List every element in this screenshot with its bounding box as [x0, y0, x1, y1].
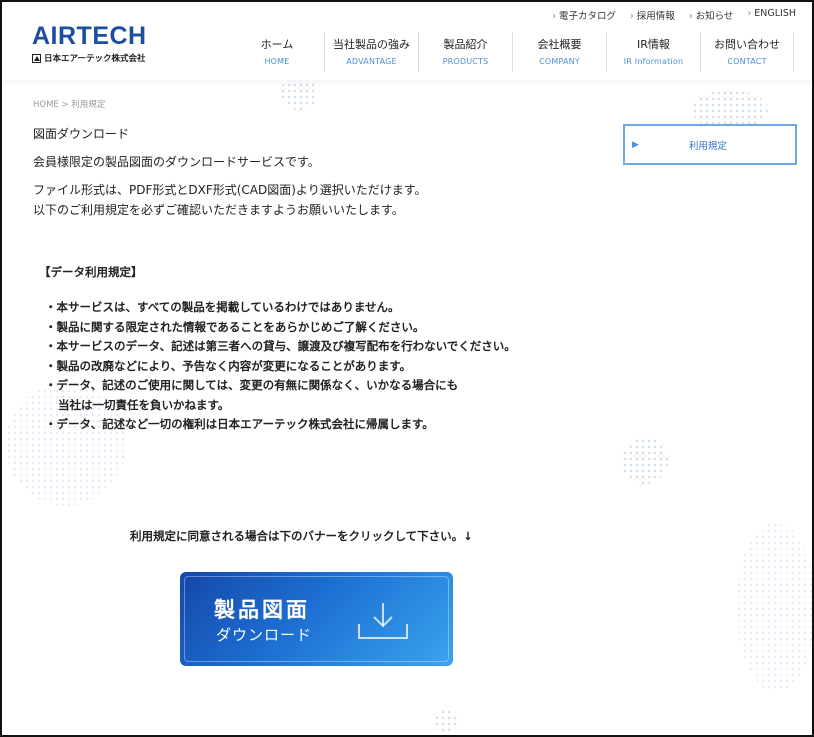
logo-company: 日本エアーテック株式会社: [32, 52, 147, 64]
rule-item: ・データ、記述など一切の権利は日本エアーテック株式会社に帰属します。: [45, 417, 434, 431]
nav-label-en: HOME: [264, 57, 290, 66]
rule-item: ・製品の改廃などにより、予告なく内容が変更になることがあります。: [45, 358, 412, 373]
nav-item-company[interactable]: 会社概要 COMPANY: [512, 32, 606, 72]
rules-heading: 【データ利用規定】: [39, 265, 143, 279]
arrow-right-icon: ▶: [632, 139, 639, 150]
utility-nav: 電子カタログ 採用情報 お知らせ ENGLISH: [552, 8, 796, 22]
rule-item: ・本サービスのデータ、記述は第三者への貸与、譲渡及び複写配布を行わないでください…: [45, 339, 516, 353]
global-nav: ホーム HOME 当社製品の強み ADVANTAGE 製品紹介 PRODUCTS…: [230, 32, 794, 72]
decor-dots: [736, 522, 812, 692]
agree-instruction: 利用規定に同意される場合は下のバナーをクリックして下さい。↓: [130, 529, 473, 543]
nav-label-ja: 製品紹介: [443, 38, 488, 51]
nav-label-ja: IR情報: [637, 38, 670, 51]
decor-dots: [622, 438, 668, 484]
rule-item-continued: 当社は一切責任を負いかねます。: [58, 397, 230, 412]
format-text-line2: 以下のご利用規定を必ずご確認いただきますようお願いいたします。: [33, 203, 404, 217]
logo-company-name: 日本エアーテック株式会社: [44, 54, 146, 64]
decor-dots: [434, 709, 458, 733]
rule-item: ・製品に関する限定された情報であることをあらかじめご了解ください。: [45, 319, 425, 334]
banner-title: 製品図面: [214, 598, 310, 622]
utility-link-recruit[interactable]: 採用情報: [630, 8, 675, 22]
nav-label-ja: お問い合わせ: [714, 38, 780, 51]
nav-label-en: ADVANTAGE: [346, 57, 397, 66]
nav-item-advantage[interactable]: 当社製品の強み ADVANTAGE: [324, 32, 418, 72]
site-header: AIRTECH 日本エアーテック株式会社 電子カタログ 採用情報 お知らせ EN…: [2, 2, 812, 80]
page-title: 図面ダウンロード: [33, 127, 130, 141]
intro-text: 会員様限定の製品図面のダウンロードサービスです。: [33, 155, 320, 169]
breadcrumb[interactable]: HOME > 利用規定: [33, 98, 105, 110]
nav-item-home[interactable]: ホーム HOME: [230, 32, 324, 72]
nav-label-en: IR Information: [623, 57, 684, 66]
utility-link-catalog[interactable]: 電子カタログ: [552, 8, 616, 22]
nav-item-products[interactable]: 製品紹介 PRODUCTS: [418, 32, 512, 72]
nav-label-en: COMPANY: [539, 57, 580, 66]
rules-list: ・本サービスは、すべての製品を掲載しているわけではありません。 ・製品に関する限…: [45, 298, 516, 435]
main-content: 図面ダウンロード 会員様限定の製品図面のダウンロードサービスです。 ファイル形式…: [33, 124, 593, 220]
logo-wordmark: AIRTECH: [32, 22, 147, 50]
decor-dots: [280, 76, 318, 110]
logo-mark-icon: [32, 53, 41, 63]
side-nav-label: 利用規定: [688, 140, 727, 152]
drawing-download-banner[interactable]: 製品図面 ダウンロード: [180, 572, 453, 666]
nav-label-ja: 当社製品の強み: [333, 38, 410, 51]
logo[interactable]: AIRTECH 日本エアーテック株式会社: [32, 24, 147, 64]
nav-label-ja: 会社概要: [537, 38, 582, 51]
format-text-line1: ファイル形式は、PDF形式とDXF形式(CAD図面)より選択いただけます。: [33, 183, 427, 197]
download-tray-icon: [358, 603, 408, 639]
nav-item-contact[interactable]: お問い合わせ CONTACT: [700, 32, 794, 72]
side-nav-terms[interactable]: ▶ 利用規定: [623, 124, 797, 165]
utility-link-english[interactable]: ENGLISH: [747, 8, 796, 22]
nav-item-ir[interactable]: IR情報 IR Information: [606, 32, 700, 72]
banner-subtitle: ダウンロード: [216, 626, 313, 644]
utility-link-news[interactable]: お知らせ: [689, 8, 734, 22]
rule-item: ・本サービスは、すべての製品を掲載しているわけではありません。: [45, 300, 400, 314]
page-frame: AIRTECH 日本エアーテック株式会社 電子カタログ 採用情報 お知らせ EN…: [0, 0, 814, 737]
nav-label-en: PRODUCTS: [442, 57, 489, 66]
nav-label-en: CONTACT: [727, 57, 767, 66]
nav-label-ja: ホーム: [260, 38, 294, 51]
rule-item: ・データ、記述のご使用に関しては、変更の有無に関係なく、いかなる場合にも: [45, 378, 459, 392]
